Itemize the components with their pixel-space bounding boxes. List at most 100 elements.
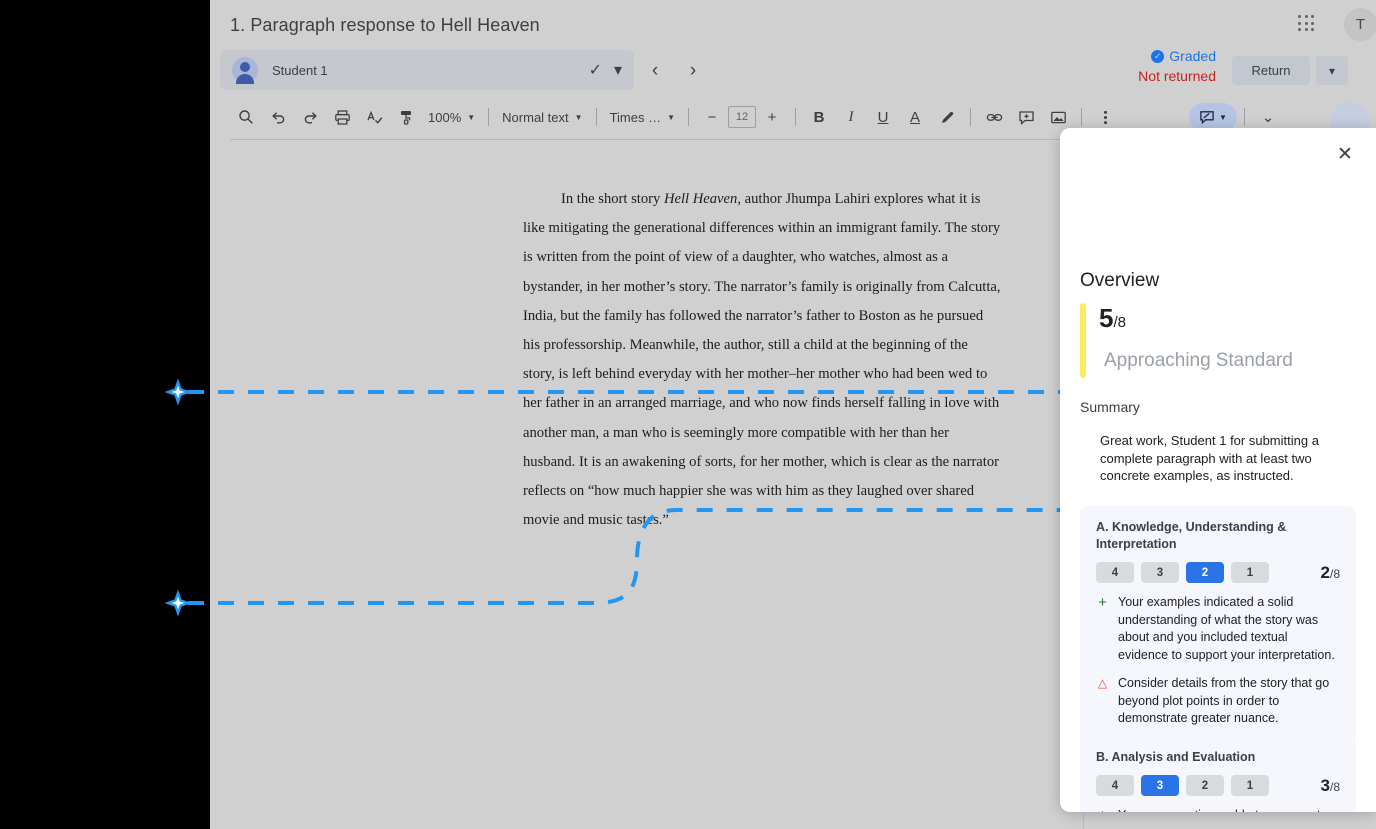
zoom-dropdown[interactable]: 100% ▼ — [422, 103, 481, 131]
feedback-item: △ Consider details from the story that g… — [1096, 675, 1340, 728]
summary-text: Great work, Student 1 for submitting a c… — [1100, 433, 1319, 483]
criterion-points-value: 2 — [1320, 562, 1330, 582]
score-chip-selected[interactable]: 2 — [1186, 562, 1224, 583]
not-returned-label: Not returned — [1138, 68, 1216, 84]
doc-text-part-2: , author Jhumpa Lahiri explores what it … — [523, 191, 1001, 529]
student-selector[interactable]: Student 1 ✓ ▾ — [220, 50, 634, 90]
criterion-title: A. Knowledge, Understanding & Interpreta… — [1096, 520, 1287, 551]
redo-icon[interactable] — [294, 101, 326, 133]
text-color-button[interactable]: A — [899, 101, 931, 133]
overview-criterion-a: A. Knowledge, Understanding & Interpreta… — [1080, 506, 1356, 744]
prev-student-button[interactable]: ‹ — [642, 58, 668, 84]
paint-format-icon[interactable] — [390, 101, 422, 133]
highlight-pen-icon[interactable] — [931, 101, 963, 133]
sparkle-icon — [164, 589, 192, 617]
overview-score-block: 5/8 Approaching Standard — [1080, 303, 1293, 378]
font-dropdown[interactable]: Times … ▼ — [604, 103, 681, 131]
print-icon[interactable] — [326, 101, 358, 133]
avatar[interactable]: T — [1344, 8, 1376, 41]
page-title: 1. Paragraph response to Hell Heaven — [230, 15, 540, 35]
score-chip[interactable]: 4 — [1096, 562, 1134, 583]
divider — [688, 108, 690, 126]
divider — [1081, 108, 1083, 126]
chevron-down-icon: ▼ — [574, 112, 583, 122]
doc-text-part-1: In the short story — [561, 191, 664, 207]
next-student-button[interactable]: › — [680, 58, 706, 84]
criterion-score-row: 4 3 2 1 2/8 — [1096, 562, 1340, 583]
link-icon[interactable] — [978, 101, 1010, 133]
student-name: Student 1 — [272, 62, 328, 78]
overview-criterion-b: B. Analysis and Evaluation 4 3 2 1 3/8 +… — [1080, 736, 1356, 812]
warning-triangle-icon: △ — [1097, 676, 1108, 690]
decrease-font-size-button[interactable]: − — [696, 101, 728, 133]
check-icon[interactable]: ✓ — [589, 60, 602, 80]
score-chip-selected[interactable]: 3 — [1141, 775, 1179, 796]
italic-button[interactable]: I — [835, 101, 867, 133]
feedback-item: + You are sometimes able to comment on y… — [1096, 807, 1340, 812]
criterion-title: B. Analysis and Evaluation — [1096, 750, 1256, 764]
document-body[interactable]: In the short story Hell Heaven, author J… — [523, 185, 1003, 535]
close-icon[interactable]: ✕ — [1334, 143, 1356, 165]
font-size-input[interactable]: 12 — [728, 106, 757, 128]
overview-score: 5/8 — [1099, 303, 1293, 338]
doc-text-title: Hell Heaven — [663, 191, 738, 207]
overview-title: Overview — [1080, 270, 1160, 291]
paragraph-style-value: Normal text — [502, 109, 569, 125]
level-accent-bar — [1080, 303, 1086, 378]
return-button[interactable]: Return — [1232, 56, 1310, 85]
criterion-score-row: 4 3 2 1 3/8 — [1096, 775, 1340, 796]
criterion-points-total: /8 — [1329, 566, 1340, 581]
chevron-down-icon: ▼ — [667, 112, 676, 122]
criterion-points: 2/8 — [1321, 563, 1340, 583]
plus-icon: + — [1096, 807, 1109, 812]
underline-button[interactable]: U — [867, 101, 899, 133]
undo-icon[interactable] — [262, 101, 294, 133]
plus-icon: + — [1098, 594, 1107, 611]
overview-score-value: 5 — [1099, 303, 1114, 333]
search-icon[interactable] — [230, 101, 262, 133]
criterion-points-total: /8 — [1329, 779, 1340, 794]
markup-comment-icon[interactable]: ▼ — [1189, 103, 1237, 131]
add-comment-icon[interactable] — [1010, 101, 1042, 133]
divider — [970, 108, 972, 126]
student-avatar-icon — [232, 57, 258, 84]
font-value: Times … — [609, 109, 662, 125]
overview-level: Approaching Standard — [1099, 342, 1293, 378]
score-chip[interactable]: 1 — [1231, 775, 1269, 796]
feedback-text: Consider details from the story that go … — [1118, 676, 1330, 725]
bold-button[interactable]: B — [803, 101, 835, 133]
overview-score-total: /8 — [1113, 314, 1126, 331]
increase-font-size-button[interactable]: + — [756, 101, 788, 133]
graded-check-icon: ✓ — [1151, 49, 1165, 63]
screen: 1. Paragraph response to Hell Heaven T S… — [0, 0, 1376, 829]
score-chip[interactable]: 3 — [1141, 562, 1179, 583]
divider — [595, 108, 597, 126]
criterion-points: 3/8 — [1321, 776, 1340, 796]
score-chip[interactable]: 2 — [1186, 775, 1224, 796]
criterion-points-value: 3 — [1320, 775, 1330, 795]
score-chip[interactable]: 1 — [1231, 562, 1269, 583]
feedback-text: Your examples indicated a solid understa… — [1118, 595, 1335, 662]
divider — [488, 108, 490, 126]
score-chip[interactable]: 4 — [1096, 775, 1134, 796]
zoom-value: 100% — [428, 109, 462, 125]
status-badge: Graded — [1169, 48, 1216, 64]
divider — [795, 108, 797, 126]
overview-level-suffix: Standard — [1215, 350, 1293, 371]
feedback-item: + Your examples indicated a solid unders… — [1096, 594, 1340, 664]
caret-down-icon[interactable]: ▾ — [614, 60, 622, 80]
divider — [1244, 108, 1245, 126]
summary-label: Summary — [1080, 399, 1140, 415]
editor-toolbar: 100% ▼ Normal text ▼ Times … ▼ − 12 + B … — [230, 101, 1121, 133]
overview-panel: ✕ Overview 5/8 Approaching Standard Summa… — [1060, 128, 1376, 812]
return-options-button[interactable]: ▾ — [1316, 56, 1348, 85]
grading-status: ✓ Graded Not returned — [1138, 48, 1216, 84]
overview-level-value: Approaching — [1104, 350, 1211, 371]
apps-grid-icon[interactable] — [1295, 12, 1319, 36]
paragraph-style-dropdown[interactable]: Normal text ▼ — [496, 103, 588, 131]
feedback-text: You are sometimes able to comment on you… — [1118, 807, 1340, 812]
chevron-down-icon: ▼ — [467, 112, 476, 122]
sparkle-icon — [164, 378, 192, 406]
caret-down-icon: ▼ — [1219, 112, 1227, 122]
spellcheck-icon[interactable] — [358, 101, 390, 133]
